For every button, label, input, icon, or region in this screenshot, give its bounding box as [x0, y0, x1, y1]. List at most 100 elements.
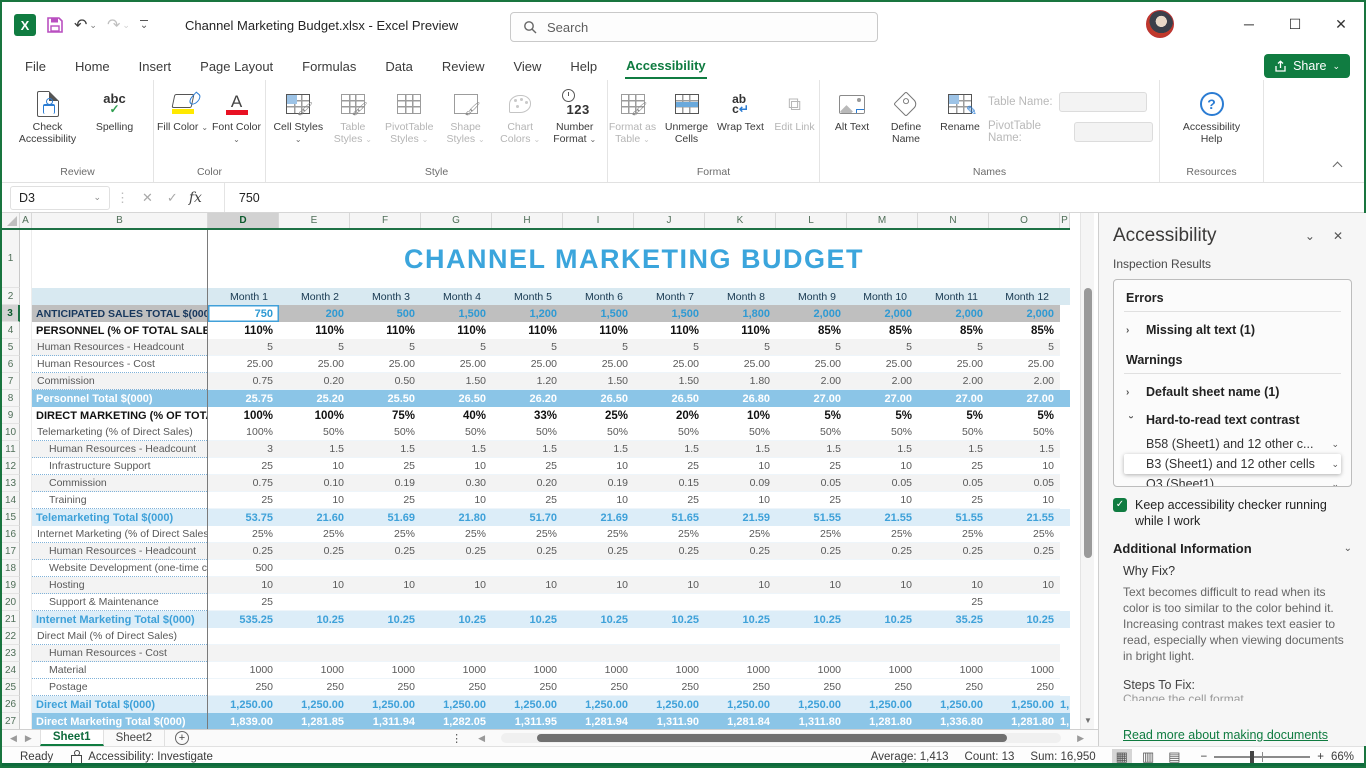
cell[interactable]: 0.09 — [705, 475, 776, 492]
cell[interactable] — [918, 645, 989, 662]
row-label[interactable]: Internet Marketing Total $(000) — [32, 611, 208, 628]
zoom-in-button[interactable]: + — [1317, 751, 1324, 763]
cell[interactable]: 250 — [634, 679, 705, 696]
cell[interactable] — [1060, 305, 1070, 322]
cell[interactable]: 0.25 — [492, 543, 563, 560]
sheet-tab-sheet1[interactable]: Sheet1 — [40, 730, 104, 746]
cell[interactable]: 50% — [350, 424, 421, 441]
cell[interactable]: 10 — [563, 577, 634, 594]
hscroll-right-icon[interactable]: ▶ — [1069, 733, 1092, 744]
cell[interactable]: 50% — [705, 424, 776, 441]
cell[interactable]: 5 — [563, 339, 634, 356]
cell[interactable]: 85% — [847, 322, 918, 339]
cell[interactable]: 85% — [989, 322, 1060, 339]
cell[interactable]: 25 — [208, 458, 279, 475]
cell[interactable]: 25.50 — [350, 390, 421, 407]
cell[interactable] — [20, 458, 32, 475]
cell[interactable]: 1000 — [563, 662, 634, 679]
cell[interactable] — [492, 628, 563, 645]
cell[interactable] — [847, 645, 918, 662]
cell[interactable] — [20, 662, 32, 679]
cell[interactable] — [350, 645, 421, 662]
cell[interactable]: 0.25 — [776, 543, 847, 560]
column-header-B[interactable]: B — [32, 213, 208, 228]
cell[interactable] — [705, 594, 776, 611]
cell[interactable] — [776, 560, 847, 577]
cell[interactable]: 1.80 — [705, 373, 776, 390]
cell[interactable] — [1060, 424, 1070, 441]
cell[interactable]: 1,200 — [492, 305, 563, 322]
cell[interactable]: 10 — [847, 458, 918, 475]
cell[interactable]: 1,250.00 — [492, 696, 563, 713]
row-label[interactable]: Direct Marketing Total $(000) — [32, 713, 208, 729]
cell[interactable]: 10 — [989, 458, 1060, 475]
cell[interactable]: 25 — [492, 458, 563, 475]
cell[interactable]: 1000 — [989, 662, 1060, 679]
cell[interactable] — [492, 594, 563, 611]
cell[interactable] — [776, 645, 847, 662]
cell[interactable]: 250 — [492, 679, 563, 696]
cell[interactable]: 1.5 — [776, 441, 847, 458]
row-label[interactable]: Human Resources - Cost — [32, 645, 208, 662]
cell[interactable]: 50% — [492, 424, 563, 441]
cell[interactable]: 1000 — [350, 662, 421, 679]
cell[interactable] — [20, 713, 32, 729]
cell[interactable]: 1000 — [421, 662, 492, 679]
cell[interactable] — [20, 645, 32, 662]
cell[interactable]: 25 — [634, 492, 705, 509]
define-name-button[interactable]: Define Name — [880, 84, 932, 145]
cell[interactable] — [1060, 475, 1070, 492]
row-header-15[interactable]: 15 — [2, 509, 20, 526]
cell[interactable]: 1,282.05 — [421, 713, 492, 729]
row-label[interactable]: Website Development (one-time cost) — [32, 560, 208, 577]
zoom-slider[interactable] — [1214, 756, 1310, 758]
cell[interactable] — [279, 645, 350, 662]
cell[interactable]: 2.00 — [989, 373, 1060, 390]
row-header-3[interactable]: 3 — [2, 305, 20, 322]
cell[interactable]: 21.60 — [279, 509, 350, 526]
cell[interactable]: 1,250.00 — [350, 696, 421, 713]
cell[interactable] — [776, 628, 847, 645]
tab-home[interactable]: Home — [74, 55, 111, 78]
cell[interactable]: 35.25 — [918, 611, 989, 628]
row-label[interactable]: Support & Maintenance — [32, 594, 208, 611]
cell[interactable] — [563, 628, 634, 645]
cell[interactable] — [20, 407, 32, 424]
cell[interactable]: 1.5 — [918, 441, 989, 458]
cell[interactable]: 100% — [208, 407, 279, 424]
cell[interactable] — [1060, 492, 1070, 509]
cell[interactable] — [32, 230, 208, 288]
cell[interactable]: 1000 — [776, 662, 847, 679]
cell[interactable] — [350, 594, 421, 611]
cell[interactable]: 10 — [705, 492, 776, 509]
column-header-H[interactable]: H — [492, 213, 563, 228]
cell[interactable]: 500 — [208, 560, 279, 577]
cell[interactable] — [634, 594, 705, 611]
cell[interactable]: 1.5 — [350, 441, 421, 458]
row-header-17[interactable]: 17 — [2, 543, 20, 560]
cell[interactable] — [20, 288, 32, 305]
cell[interactable] — [847, 628, 918, 645]
cell[interactable]: 0.25 — [563, 543, 634, 560]
cell[interactable]: 25 — [776, 458, 847, 475]
row-label[interactable]: PERSONNEL (% OF TOTAL SALES) — [32, 322, 208, 339]
row-label[interactable]: Commission — [32, 475, 208, 492]
cell[interactable]: 1,250.00 — [918, 696, 989, 713]
cell[interactable]: 50% — [563, 424, 634, 441]
cell[interactable]: 25% — [279, 526, 350, 543]
cell[interactable]: 10 — [208, 577, 279, 594]
column-header-L[interactable]: L — [776, 213, 847, 228]
cell[interactable] — [989, 645, 1060, 662]
row-label[interactable]: DIRECT MARKETING (% OF TOTAL SALES) — [32, 407, 208, 424]
cell[interactable]: 0.25 — [279, 543, 350, 560]
tab-overflow-icon[interactable]: ⋮ — [451, 732, 462, 745]
cell[interactable]: 25.00 — [847, 356, 918, 373]
cell[interactable]: 1,311.95 — [492, 713, 563, 729]
cell[interactable]: 1,250.00 — [776, 696, 847, 713]
cell[interactable]: 0.20 — [279, 373, 350, 390]
cell[interactable]: 110% — [705, 322, 776, 339]
cell[interactable]: 5 — [918, 339, 989, 356]
cell[interactable] — [208, 628, 279, 645]
column-header-A[interactable]: A — [20, 213, 32, 228]
cell[interactable]: 250 — [563, 679, 634, 696]
